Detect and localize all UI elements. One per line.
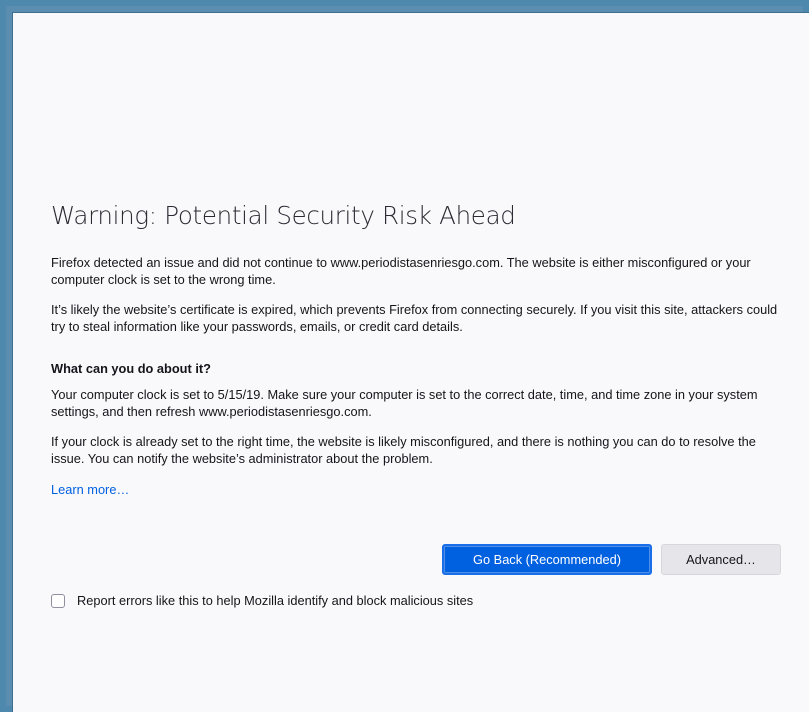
page-title: Warning: Potential Security Risk Ahead xyxy=(51,201,516,230)
clock-text: Your computer clock is set to 5/15/19. M… xyxy=(51,387,758,419)
go-back-button[interactable]: Go Back (Recommended) xyxy=(442,544,652,575)
error-content: Warning: Potential Security Risk Ahead F… xyxy=(51,201,786,499)
learn-more-link[interactable]: Learn more… xyxy=(51,482,129,497)
misconfigured-text: If your clock is already set to the righ… xyxy=(51,434,756,466)
what-can-you-do-heading: What can you do about it? xyxy=(51,361,211,376)
window-frame: Warning: Potential Security Risk Ahead F… xyxy=(0,0,809,712)
intro-text: Firefox detected an issue and did not co… xyxy=(51,255,751,287)
certificate-text: It’s likely the website’s certificate is… xyxy=(51,302,778,334)
report-errors-label[interactable]: Report errors like this to help Mozilla … xyxy=(77,593,473,608)
advanced-button[interactable]: Advanced… xyxy=(661,544,781,575)
report-errors-checkbox[interactable] xyxy=(51,593,65,608)
report-errors-row: Report errors like this to help Mozilla … xyxy=(51,593,473,608)
error-page: Warning: Potential Security Risk Ahead F… xyxy=(12,12,809,712)
button-row: Go Back (Recommended) Advanced… xyxy=(442,544,781,575)
